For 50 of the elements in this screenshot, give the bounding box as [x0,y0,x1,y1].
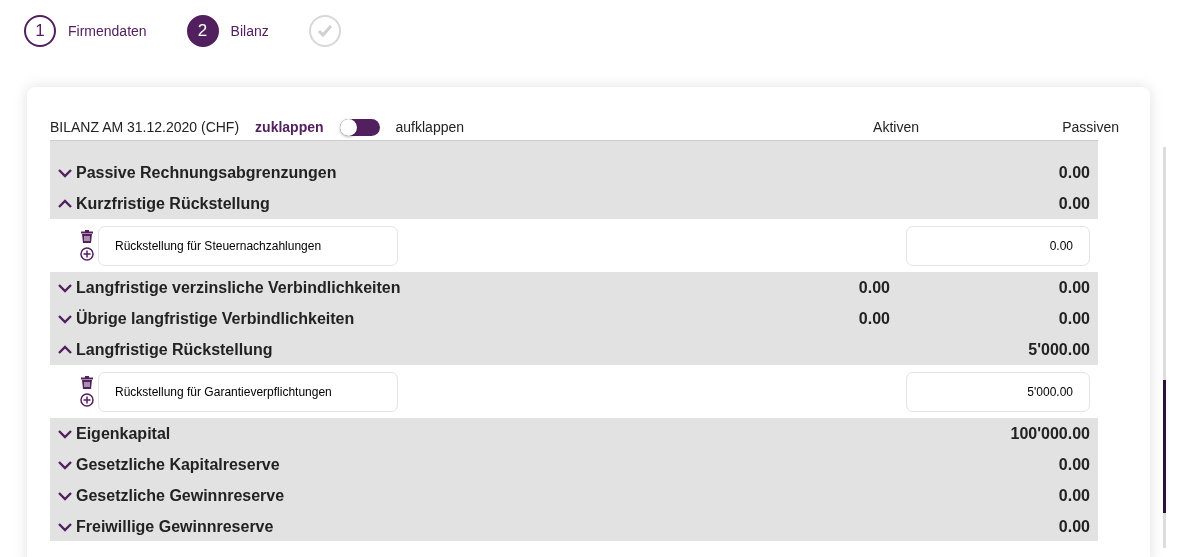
expand-chevron-icon[interactable] [58,428,72,439]
expand-chevron-icon[interactable] [58,521,72,532]
input-field[interactable]: 0.00 [906,225,1090,266]
balance-title: BILANZ AM 31.12.2020 (CHF) [50,117,240,137]
amount: 0.00 [1058,455,1090,473]
group-label[interactable]: Gesetzliche Kapitalreserve [76,452,280,477]
toggle-label[interactable]: aufklappen [395,116,465,138]
input-field[interactable]: Rückstellung für Garantieverpflichtungen [98,371,398,412]
scrollbar-thumb[interactable] [1163,380,1166,513]
column-header: Passiven [1062,118,1119,135]
input-field[interactable]: Rückstellung für Steuernachzahlungen [98,225,398,266]
amount: 0.00 [1058,163,1090,181]
expand-chevron-icon[interactable] [58,167,72,178]
add-icon[interactable] [80,393,94,407]
amount: 0.00 [1058,486,1090,504]
amount: 0.00 [1058,278,1090,296]
step-label: Bilanz [230,21,269,41]
trash-icon[interactable] [81,376,93,389]
group-label[interactable]: Eigenkapital [76,421,171,446]
amount: 5'000.00 [1028,340,1090,358]
check-icon [316,24,333,38]
toggle-switch[interactable] [339,118,380,136]
toggle-label[interactable]: zuklappen [255,116,324,138]
trash-icon[interactable] [81,230,93,243]
expand-chevron-icon[interactable] [58,313,72,324]
group-label[interactable]: Freiwillige Gewinnreserve [76,514,274,539]
step-circle[interactable]: 2 [186,15,219,47]
amount: 0.00 [858,309,890,327]
group-label[interactable]: Übrige langfristige Verbindlichkeiten [76,306,355,331]
group-label[interactable]: Langfristige verzinsliche Verbindlichkeiten [76,275,401,300]
group-label[interactable]: Gesetzliche Gewinnreserve [76,483,285,508]
collapse-chevron-icon[interactable] [58,198,72,209]
amount: 0.00 [1058,517,1090,535]
amount: 0.00 [1058,309,1090,327]
group-label[interactable]: Langfristige Rückstellung [76,337,273,362]
expand-chevron-icon[interactable] [58,490,72,501]
group-label[interactable]: Passive Rechnungsabgrenzungen [76,160,337,185]
expand-chevron-icon[interactable] [58,459,72,470]
collapse-chevron-icon[interactable] [58,344,72,355]
amount: 100'000.00 [1010,424,1090,442]
amount: 0.00 [858,278,890,296]
column-header: Aktiven [873,118,919,135]
step-circle[interactable]: 1 [24,15,56,47]
amount: 0.00 [1058,194,1090,212]
step-label: Firmendaten [68,21,147,41]
scrollbar[interactable] [1163,147,1166,548]
expand-chevron-icon[interactable] [58,282,72,293]
group-label[interactable]: Kurzfristige Rückstellung [76,191,270,216]
input-field[interactable]: 5'000.00 [906,371,1090,412]
add-icon[interactable] [80,247,94,261]
